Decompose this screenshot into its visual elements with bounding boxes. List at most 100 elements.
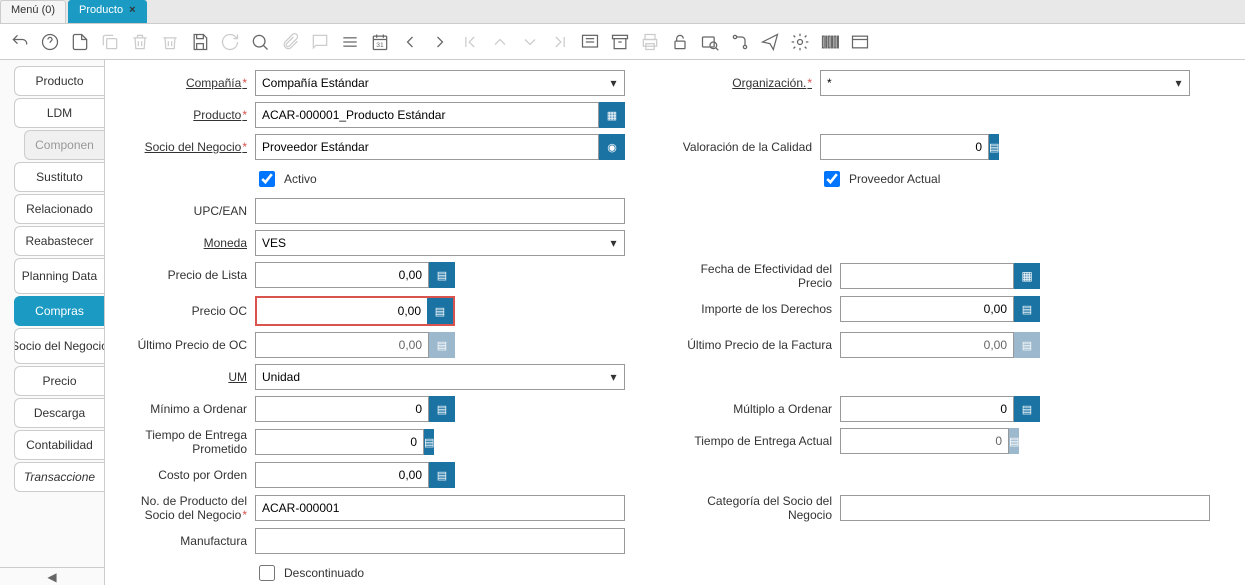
descont-cb[interactable] xyxy=(259,565,275,581)
moneda-select[interactable]: ▾ xyxy=(255,230,625,256)
um-select[interactable]: ▾ xyxy=(255,364,625,390)
grid-icon[interactable] xyxy=(338,30,362,54)
organizacion-select[interactable]: ▾ xyxy=(820,70,1190,96)
refresh-icon xyxy=(218,30,242,54)
label-valoracion: Valoración de la Calidad xyxy=(680,140,820,154)
new-icon[interactable] xyxy=(68,30,92,54)
sidebar-item-precio[interactable]: Precio xyxy=(14,366,104,396)
fecha-efect-field[interactable]: ▦ xyxy=(840,263,1040,289)
calc-icon[interactable]: ▤ xyxy=(989,134,999,160)
importe-der-field[interactable]: ▤ xyxy=(840,296,1040,322)
collapse-sidebar-icon[interactable]: ◀ xyxy=(0,567,104,585)
sidebar-item-contabilidad[interactable]: Contabilidad xyxy=(14,430,104,460)
precio-oc-input[interactable] xyxy=(257,298,427,324)
compania-input[interactable] xyxy=(255,70,625,96)
costo-orden-field[interactable]: ▤ xyxy=(255,462,455,488)
min-ordenar-field[interactable]: ▤ xyxy=(255,396,455,422)
tab-menu-label: Menú (0) xyxy=(11,4,55,16)
sidebar-item-producto[interactable]: Producto xyxy=(14,66,104,96)
valoracion-input[interactable] xyxy=(820,134,989,160)
sidebar-item-componen[interactable]: Componen xyxy=(24,130,104,160)
sidebar-item-sustituto[interactable]: Sustituto xyxy=(14,162,104,192)
calc-icon[interactable]: ▤ xyxy=(427,298,453,324)
info-icon[interactable] xyxy=(848,30,872,54)
socio-input[interactable] xyxy=(255,134,599,160)
prev-icon[interactable] xyxy=(398,30,422,54)
sidebar-item-socio[interactable]: Socio del Negocio xyxy=(14,328,104,364)
last-icon xyxy=(548,30,572,54)
mult-ordenar-field[interactable]: ▤ xyxy=(840,396,1040,422)
precio-lista-input[interactable] xyxy=(255,262,429,288)
barcode-icon[interactable] xyxy=(818,30,842,54)
report-icon[interactable] xyxy=(578,30,602,54)
calc-icon: ▤ xyxy=(1009,428,1019,454)
workflow-icon[interactable] xyxy=(728,30,752,54)
tab-producto[interactable]: Producto × xyxy=(68,0,146,23)
upc-input[interactable] xyxy=(255,198,625,224)
descontinuado-checkbox[interactable]: Descontinuado xyxy=(255,562,364,584)
cat-socio-input[interactable] xyxy=(840,495,1210,521)
tiempo-prom-input[interactable] xyxy=(255,429,424,455)
gear-icon[interactable] xyxy=(788,30,812,54)
calendar-icon[interactable]: 31 xyxy=(368,30,392,54)
send-icon[interactable] xyxy=(758,30,782,54)
sidebar-item-descarga[interactable]: Descarga xyxy=(14,398,104,428)
organizacion-input[interactable] xyxy=(820,70,1190,96)
socio-lookup-icon[interactable]: ◉ xyxy=(599,134,625,160)
chevron-down-icon[interactable]: ▾ xyxy=(1168,70,1190,96)
chevron-down-icon[interactable]: ▾ xyxy=(603,230,625,256)
moneda-input[interactable] xyxy=(255,230,625,256)
calc-icon[interactable]: ▤ xyxy=(424,429,434,455)
min-ordenar-input[interactable] xyxy=(255,396,429,422)
calc-icon[interactable]: ▤ xyxy=(429,262,455,288)
um-input[interactable] xyxy=(255,364,625,390)
costo-orden-input[interactable] xyxy=(255,462,429,488)
no-prod-socio-input[interactable] xyxy=(255,495,625,521)
precio-oc-field[interactable]: ▤ xyxy=(255,296,455,326)
save-icon[interactable] xyxy=(188,30,212,54)
tab-producto-label: Producto xyxy=(79,4,123,16)
lock-icon[interactable] xyxy=(668,30,692,54)
calc-icon[interactable]: ▤ xyxy=(429,462,455,488)
tiempo-prom-field[interactable]: ▤ xyxy=(255,429,365,455)
importe-der-input[interactable] xyxy=(840,296,1014,322)
activo-checkbox[interactable]: Activo xyxy=(255,168,317,190)
proveedor-actual-checkbox[interactable]: Proveedor Actual xyxy=(820,168,940,190)
close-icon[interactable]: × xyxy=(129,4,135,16)
producto-lookup-icon[interactable]: ▦ xyxy=(599,102,625,128)
sidebar-item-transacciones[interactable]: Transaccione xyxy=(14,462,104,492)
calc-icon[interactable]: ▤ xyxy=(1014,396,1040,422)
calendar-icon[interactable]: ▦ xyxy=(1014,263,1040,289)
calc-icon: ▤ xyxy=(1014,332,1040,358)
undo-icon[interactable] xyxy=(8,30,32,54)
producto-input[interactable] xyxy=(255,102,599,128)
calc-icon[interactable]: ▤ xyxy=(429,396,455,422)
sidebar-item-reabastecer[interactable]: Reabastecer xyxy=(14,226,104,256)
activo-cb[interactable] xyxy=(259,171,275,187)
search-icon[interactable] xyxy=(248,30,272,54)
delete2-icon xyxy=(158,30,182,54)
provactual-cb[interactable] xyxy=(824,171,840,187)
calc-icon: ▤ xyxy=(429,332,455,358)
valoracion-field[interactable]: ▤ xyxy=(820,134,920,160)
precio-lista-field[interactable]: ▤ xyxy=(255,262,455,288)
sidebar-item-compras[interactable]: Compras xyxy=(14,296,104,326)
fecha-efect-input[interactable] xyxy=(840,263,1014,289)
mult-ordenar-input[interactable] xyxy=(840,396,1014,422)
manufactura-input[interactable] xyxy=(255,528,625,554)
tab-menu[interactable]: Menú (0) xyxy=(0,0,66,23)
help-icon[interactable] xyxy=(38,30,62,54)
chevron-down-icon[interactable]: ▾ xyxy=(603,364,625,390)
label-manufactura: Manufactura xyxy=(115,534,255,548)
socio-picker[interactable]: ◉ xyxy=(255,134,625,160)
zoom-icon[interactable] xyxy=(698,30,722,54)
archive-icon[interactable] xyxy=(608,30,632,54)
sidebar-item-ldm[interactable]: LDM xyxy=(14,98,104,128)
sidebar-item-relacionado[interactable]: Relacionado xyxy=(14,194,104,224)
producto-picker[interactable]: ▦ xyxy=(255,102,625,128)
sidebar-item-planning[interactable]: Planning Data xyxy=(14,258,104,294)
chevron-down-icon[interactable]: ▾ xyxy=(603,70,625,96)
next-icon[interactable] xyxy=(428,30,452,54)
calc-icon[interactable]: ▤ xyxy=(1014,296,1040,322)
compania-select[interactable]: ▾ xyxy=(255,70,625,96)
